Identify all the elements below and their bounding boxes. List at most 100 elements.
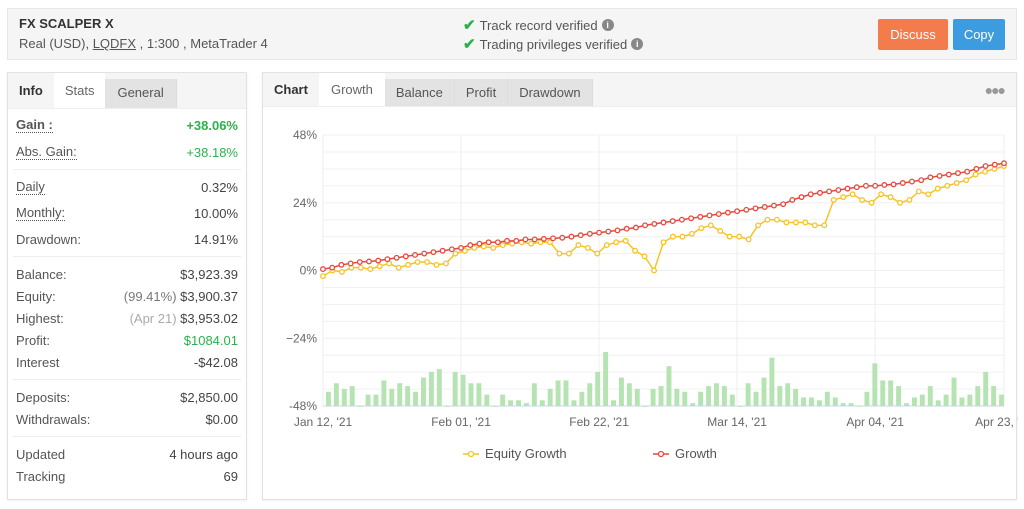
data-point [586, 230, 593, 237]
profit-bar [975, 386, 981, 406]
profit-bar [801, 397, 807, 406]
profit-bar [698, 391, 704, 406]
profit-bar [650, 388, 656, 406]
data-point [906, 196, 913, 203]
profit-bar [476, 383, 482, 406]
data-point [329, 264, 336, 271]
data-point [715, 211, 722, 217]
data-point [632, 247, 639, 254]
data-point [494, 239, 501, 246]
legend-marker [467, 450, 475, 458]
data-point [550, 235, 557, 242]
data-point [743, 206, 750, 213]
tab-general[interactable]: General [105, 79, 177, 108]
info-icon[interactable]: i [631, 38, 644, 50]
data-point [356, 259, 363, 265]
data-point [433, 261, 440, 268]
data-point [366, 258, 372, 265]
data-point [485, 239, 492, 246]
abs-gain-label[interactable]: Abs. Gain: [16, 144, 77, 160]
stat-equity: Equity: (99.41%) $3,900.37 [8, 285, 246, 307]
x-tick-label: Feb 22, '21 [569, 415, 629, 429]
tracking-label: Tracking [16, 468, 66, 484]
data-point [863, 182, 869, 189]
data-point [770, 202, 777, 209]
data-point [955, 170, 961, 177]
profit-bar [405, 386, 411, 406]
data-point [660, 239, 667, 246]
profit-bar [357, 406, 363, 407]
data-point [651, 220, 658, 227]
check-icon: ✔ [463, 36, 476, 53]
equity-pct: (99.41%) [123, 288, 177, 304]
profit-bar [326, 391, 331, 406]
data-point [945, 171, 952, 178]
data-point [821, 222, 828, 229]
balance-label: Balance: [16, 266, 67, 282]
info-icon[interactable]: i [601, 19, 614, 31]
profit-bar [516, 400, 521, 406]
more-icon[interactable]: ●●● [985, 82, 1006, 98]
data-point [669, 218, 676, 225]
data-point [565, 250, 572, 257]
data-point [651, 267, 657, 274]
data-point [443, 260, 449, 267]
data-point [918, 177, 925, 184]
profit-bar [666, 366, 672, 406]
tab-stats[interactable]: Stats [53, 73, 106, 108]
data-point [393, 254, 400, 261]
tab-growth[interactable]: Growth [318, 73, 385, 106]
data-point [859, 196, 866, 203]
daily-label[interactable]: Daily [16, 179, 45, 195]
data-point [688, 230, 695, 237]
tab-drawdown[interactable]: Drawdown [508, 79, 593, 106]
data-point [367, 266, 374, 273]
track-record-verified: ✔ Track record verified i [463, 16, 614, 34]
data-point [899, 180, 906, 186]
divider [13, 256, 241, 257]
data-point [792, 219, 799, 226]
broker-link[interactable]: LQDFX [93, 36, 136, 51]
data-point [499, 242, 506, 249]
discuss-button[interactable]: Discuss [878, 19, 948, 50]
profit-bar [848, 403, 854, 406]
profit-bar [951, 377, 957, 406]
copy-button[interactable]: Copy [953, 19, 1005, 50]
profit-bar [943, 394, 949, 406]
data-point [881, 182, 888, 188]
data-point [963, 177, 970, 184]
daily-profit-bars [326, 352, 1004, 407]
data-point [452, 250, 459, 257]
profit-bar [452, 371, 458, 406]
profit-bar [896, 386, 902, 406]
legend-marker [657, 450, 665, 458]
profit-bar [373, 394, 379, 406]
gain-label[interactable]: Gain : [16, 117, 53, 133]
data-point [357, 264, 364, 271]
data-point [936, 172, 943, 179]
profit-bar [571, 400, 577, 406]
data-point [844, 185, 851, 192]
profit-bar [761, 377, 767, 406]
stat-drawdown: Drawdown: 14.91% [8, 228, 246, 250]
y-tick-label: 48% [293, 128, 317, 142]
profit-bar [413, 391, 419, 406]
updated-value: 4 hours ago [169, 446, 238, 462]
tab-balance[interactable]: Balance [384, 79, 455, 106]
data-point [559, 234, 566, 241]
data-point [575, 242, 582, 249]
data-point [698, 225, 705, 232]
data-point [375, 257, 382, 264]
account-type: Real (USD), [19, 36, 93, 51]
profit-bar [753, 391, 759, 406]
monthly-label[interactable]: Monthly: [16, 205, 66, 221]
tab-profit[interactable]: Profit [454, 79, 509, 106]
profit-bar [381, 380, 387, 406]
profit-bar [642, 406, 648, 407]
data-point [688, 215, 695, 222]
data-point [872, 182, 879, 189]
data-point [783, 219, 790, 226]
tab-info[interactable]: Info [8, 73, 54, 108]
data-point [849, 191, 856, 198]
data-point [384, 256, 391, 263]
